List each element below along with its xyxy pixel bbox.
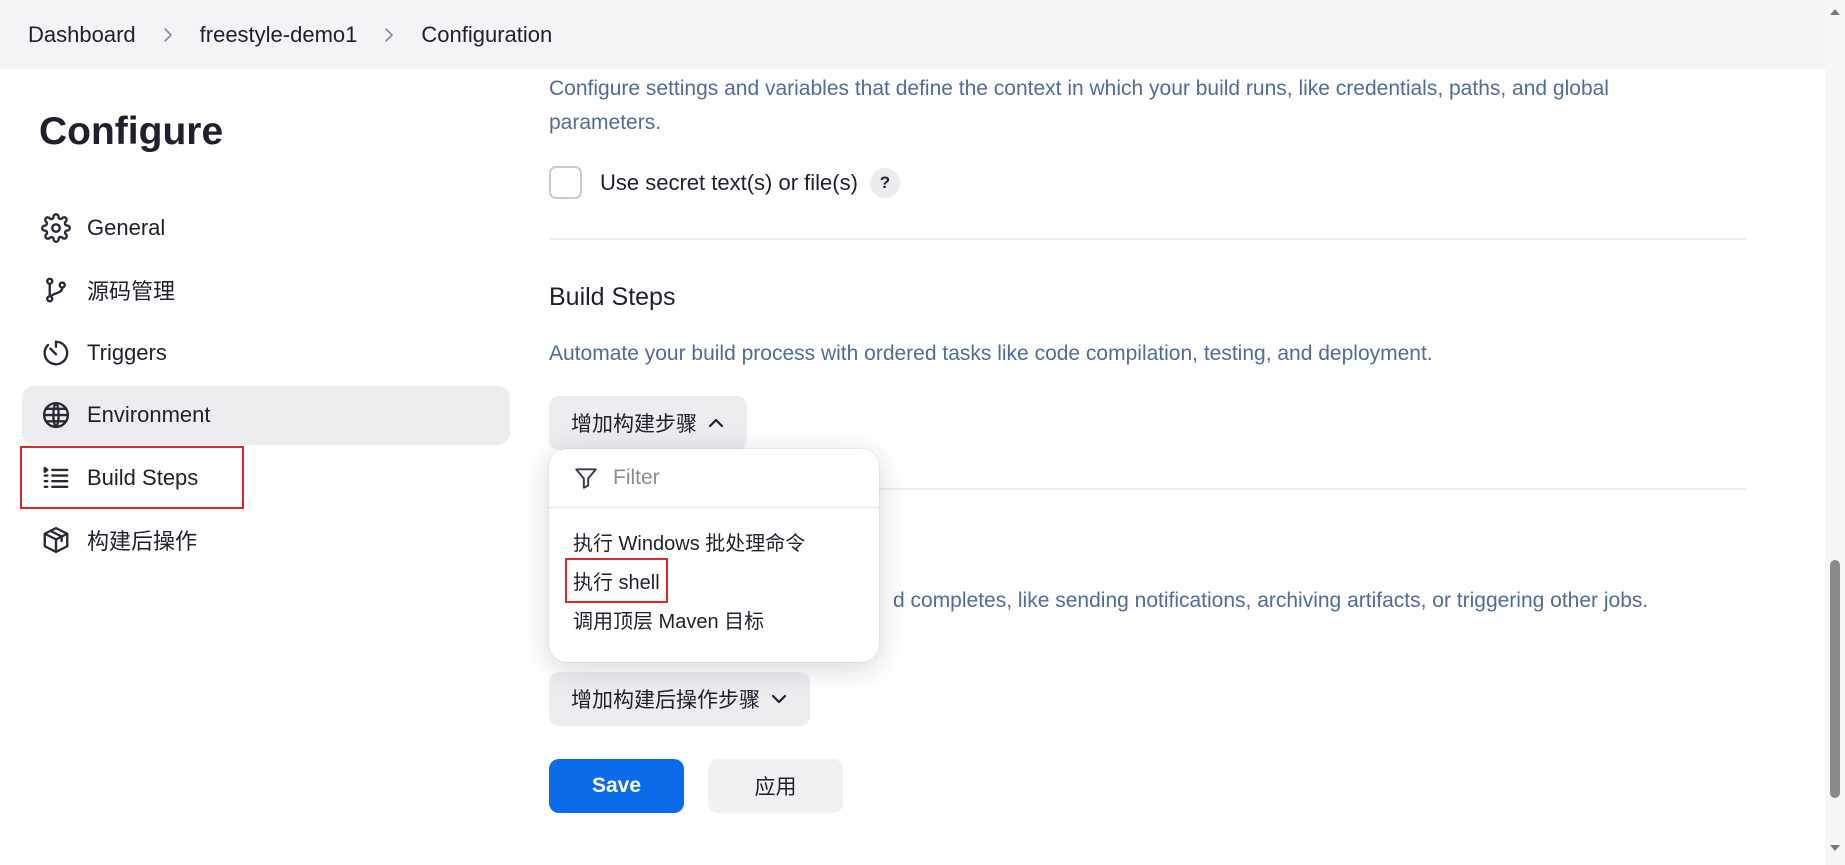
breadcrumb-dashboard[interactable]: Dashboard bbox=[28, 22, 136, 48]
breadcrumb-job[interactable]: freestyle-demo1 bbox=[200, 22, 358, 48]
sidebar-item-label: Environment bbox=[87, 402, 211, 427]
section-divider bbox=[549, 238, 1747, 240]
apply-button[interactable]: 应用 bbox=[708, 759, 843, 813]
filter-icon bbox=[575, 468, 597, 489]
sidebar-item-source-control[interactable]: 源码管理 bbox=[22, 261, 510, 320]
secret-checkbox-label[interactable]: Use secret text(s) or file(s) bbox=[600, 170, 858, 196]
secret-checkbox-row: Use secret text(s) or file(s) ? bbox=[549, 166, 900, 199]
chevron-down-icon bbox=[771, 694, 787, 704]
list-steps-icon bbox=[40, 462, 72, 494]
breadcrumb: Dashboard freestyle-demo1 Configuration bbox=[0, 0, 1825, 69]
timer-icon bbox=[40, 337, 72, 369]
chevron-up-icon bbox=[708, 418, 724, 428]
save-button[interactable]: Save bbox=[549, 759, 684, 813]
sidebar-item-label: Build Steps bbox=[87, 464, 199, 490]
build-steps-description: Automate your build process with ordered… bbox=[549, 342, 1433, 365]
option-maven-target[interactable]: 调用顶层 Maven 目标 bbox=[573, 605, 764, 634]
scrollbar-thumb[interactable] bbox=[1830, 560, 1840, 798]
option-windows-batch[interactable]: 执行 Windows 批处理命令 bbox=[573, 527, 805, 556]
add-build-step-label: 增加构建步骤 bbox=[571, 413, 697, 436]
package-icon bbox=[40, 524, 72, 556]
page-title: Configure bbox=[39, 110, 224, 153]
post-build-description-text: d completes, like sending notifications,… bbox=[893, 589, 1649, 612]
sidebar-item-post-build[interactable]: 构建后操作 bbox=[22, 511, 510, 570]
git-branch-icon bbox=[40, 274, 72, 306]
add-post-build-step-label: 增加构建后操作步骤 bbox=[571, 689, 760, 712]
sidebar-item-triggers[interactable]: Triggers bbox=[22, 323, 510, 382]
globe-icon bbox=[40, 399, 72, 431]
vertical-scrollbar[interactable] bbox=[1825, 0, 1845, 865]
help-icon[interactable]: ? bbox=[869, 167, 900, 198]
build-steps-title: Build Steps bbox=[549, 283, 676, 311]
secret-checkbox[interactable] bbox=[549, 166, 582, 199]
sidebar-item-label: General bbox=[87, 214, 166, 240]
chevron-right-icon bbox=[381, 27, 397, 43]
environment-description: Configure settings and variables that de… bbox=[549, 77, 1609, 134]
filter-input[interactable] bbox=[613, 466, 843, 490]
scroll-up-arrow-icon[interactable] bbox=[1829, 6, 1841, 18]
option-execute-shell[interactable]: 执行 shell bbox=[565, 558, 668, 603]
filter-row bbox=[549, 449, 879, 508]
sidebar-item-environment[interactable]: Environment bbox=[22, 385, 510, 445]
sidebar-item-label: 构建后操作 bbox=[87, 529, 198, 554]
sidebar-item-label: 源码管理 bbox=[87, 279, 176, 304]
sidebar-item-build-steps[interactable]: Build Steps bbox=[20, 446, 244, 509]
build-step-dropdown: 执行 Windows 批处理命令 执行 shell 调用顶层 Maven 目标 bbox=[549, 449, 879, 662]
breadcrumb-configuration[interactable]: Configuration bbox=[421, 22, 552, 48]
add-build-step-button[interactable]: 增加构建步骤 bbox=[549, 396, 747, 450]
scroll-down-arrow-icon[interactable] bbox=[1829, 842, 1841, 854]
sidebar-nav: General 源码管理 Triggers Environment Build … bbox=[20, 198, 510, 573]
gear-icon bbox=[40, 212, 72, 244]
chevron-right-icon bbox=[160, 27, 176, 43]
add-post-build-step-button[interactable]: 增加构建后操作步骤 bbox=[549, 672, 810, 726]
sidebar-item-general[interactable]: General bbox=[22, 198, 510, 257]
sidebar-item-label: Triggers bbox=[87, 339, 167, 365]
